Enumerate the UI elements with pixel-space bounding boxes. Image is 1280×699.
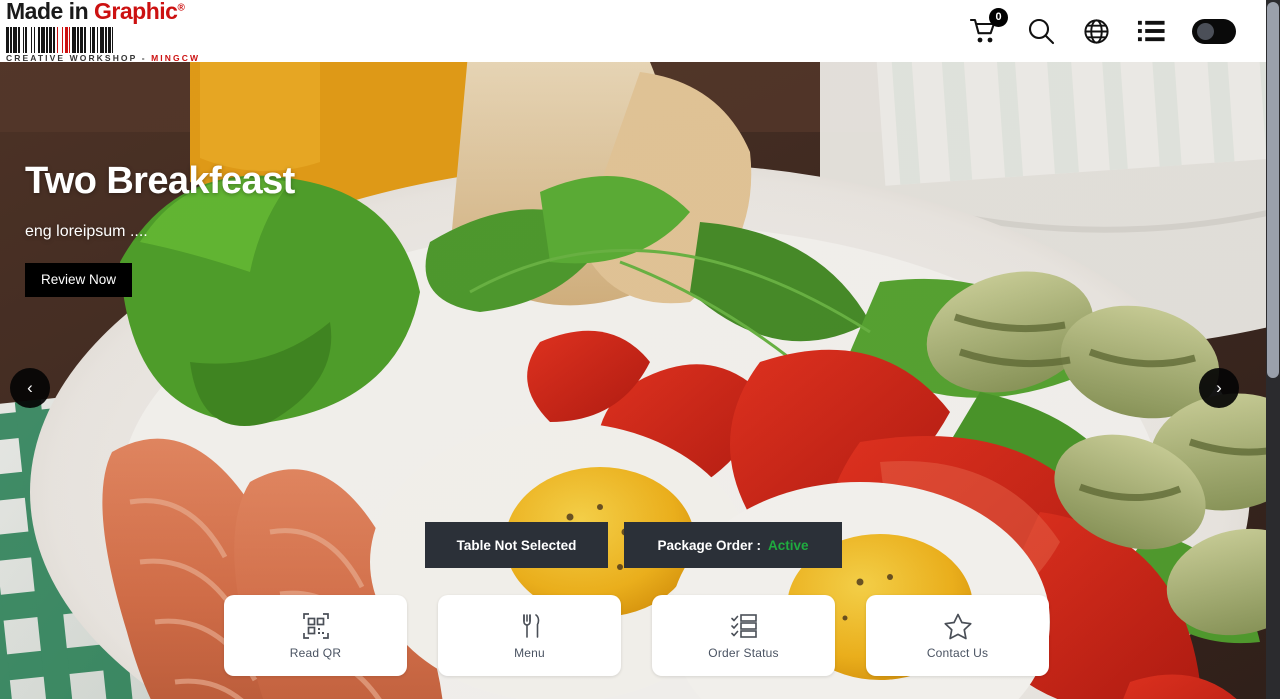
quick-action-cards: Read QR Menu Order Status Contact Us	[224, 595, 1049, 676]
registered-mark-icon: ®	[177, 2, 185, 14]
list-icon	[1137, 20, 1165, 42]
cart-button[interactable]: 0	[970, 8, 1008, 45]
carousel-next-button[interactable]: ›	[1199, 368, 1239, 408]
hero-carousel: Two Breakfeast eng loreipsum .... Review…	[0, 62, 1266, 699]
package-order-badge[interactable]: Package Order : Active	[624, 522, 842, 568]
cart-count-badge: 0	[989, 8, 1008, 27]
hero-content: Two Breakfeast eng loreipsum .... Review…	[25, 160, 295, 297]
logo-word-made: Made in	[6, 0, 95, 24]
checklist-icon	[730, 612, 758, 640]
menu-list-button[interactable]	[1137, 18, 1166, 44]
logo-tagline-accent: MINGCW	[151, 52, 201, 63]
table-status-badge[interactable]: Table Not Selected	[425, 522, 608, 568]
logo-tagline: CREATIVE WORKSHOP - MINGCW	[6, 52, 198, 63]
toggle-knob-icon	[1197, 22, 1214, 40]
menu-label: Menu	[514, 645, 545, 660]
cutlery-icon	[516, 612, 544, 640]
contact-us-label: Contact Us	[926, 645, 989, 660]
logo-wordmark: Made in Graphic®	[6, 0, 185, 26]
read-qr-card[interactable]: Read QR	[224, 595, 407, 676]
package-order-label: Package Order :	[657, 537, 762, 553]
brand-logo[interactable]: Made in Graphic® CREATIVE WORKSHOP - MIN…	[6, 0, 198, 63]
search-icon	[1028, 18, 1055, 45]
order-status-card[interactable]: Order Status	[652, 595, 835, 676]
hero-title: Two Breakfeast	[25, 160, 295, 202]
review-now-button[interactable]: Review Now	[25, 262, 133, 297]
language-button[interactable]	[1082, 17, 1111, 46]
order-status-label: Order Status	[708, 645, 779, 660]
scrollbar-thumb[interactable]	[1267, 2, 1279, 378]
page-scrollbar[interactable]	[1266, 0, 1280, 699]
globe-icon	[1084, 18, 1109, 44]
search-button[interactable]	[1026, 16, 1056, 46]
status-row: Table Not Selected Package Order : Activ…	[425, 522, 842, 568]
hero-subtitle: eng loreipsum ....	[25, 222, 148, 240]
contact-us-card[interactable]: Contact Us	[866, 595, 1049, 676]
app-root: Made in Graphic® CREATIVE WORKSHOP - MIN…	[0, 0, 1280, 699]
logo-word-graphic: Graphic	[94, 0, 178, 24]
logo-tagline-main: CREATIVE WORKSHOP -	[6, 52, 152, 63]
theme-toggle-switch[interactable]	[1192, 18, 1236, 44]
carousel-prev-button[interactable]: ‹	[10, 368, 50, 408]
menu-card[interactable]: Menu	[438, 595, 621, 676]
qr-code-icon	[302, 612, 330, 640]
header-actions: 0	[970, 8, 1236, 46]
site-header: Made in Graphic® CREATIVE WORKSHOP - MIN…	[0, 0, 1266, 62]
package-order-value: Active	[768, 537, 809, 553]
star-icon	[943, 612, 973, 640]
barcode-icon	[6, 26, 182, 53]
read-qr-label: Read QR	[289, 645, 342, 660]
